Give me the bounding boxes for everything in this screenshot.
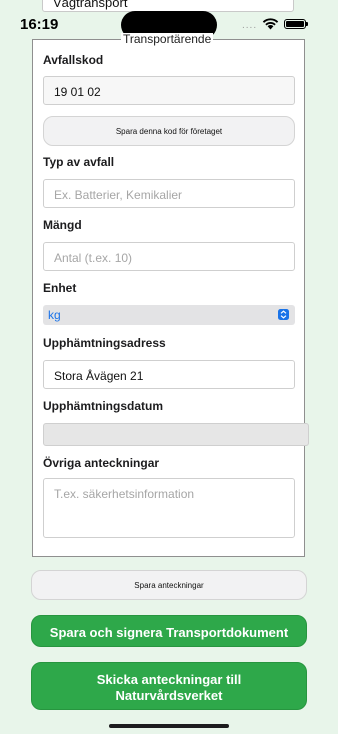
unit-select[interactable]: kg [43,305,295,325]
pickup-address-input[interactable]: Stora Åvägen 21 [43,360,295,389]
status-time: 16:19 [20,16,59,33]
save-and-sign-button[interactable]: Spara och signera Transportdokument [31,615,307,647]
waste-type-label: Typ av avfall [43,155,115,169]
save-notes-button[interactable]: Spara anteckningar [31,570,307,600]
battery-icon [284,19,308,29]
unit-selected-value: kg [48,308,61,322]
other-notes-textarea[interactable]: T.ex. säkerhetsinformation [43,478,295,538]
save-code-button[interactable]: Spara denna kod för företaget [43,116,295,146]
waste-code-input[interactable]: 19 01 02 [43,76,295,105]
pickup-address-label: Upphämtningsadress [43,336,166,350]
signal-dots: .... [242,20,258,31]
waste-type-input[interactable]: Ex. Batterier, Kemikalier [43,179,295,208]
quantity-label: Mängd [43,218,82,232]
pickup-date-label: Upphämtningsdatum [43,399,163,413]
other-notes-label: Övriga anteckningar [43,456,160,470]
send-notes-line1: Skicka anteckningar till [96,672,242,687]
wifi-icon [262,18,279,30]
send-notes-button[interactable]: Skicka anteckningar till Naturvårdsverke… [31,662,307,710]
waste-code-label: Avfallskod [43,53,104,67]
pickup-date-input[interactable] [43,423,309,446]
fieldset-legend: Transportärende [121,32,214,46]
quantity-input[interactable]: Antal (t.ex. 10) [43,242,295,271]
home-indicator[interactable] [109,724,229,728]
send-notes-line2: Naturvårdsverket [115,688,223,703]
unit-label: Enhet [43,281,77,295]
chevron-up-down-icon [278,309,289,320]
